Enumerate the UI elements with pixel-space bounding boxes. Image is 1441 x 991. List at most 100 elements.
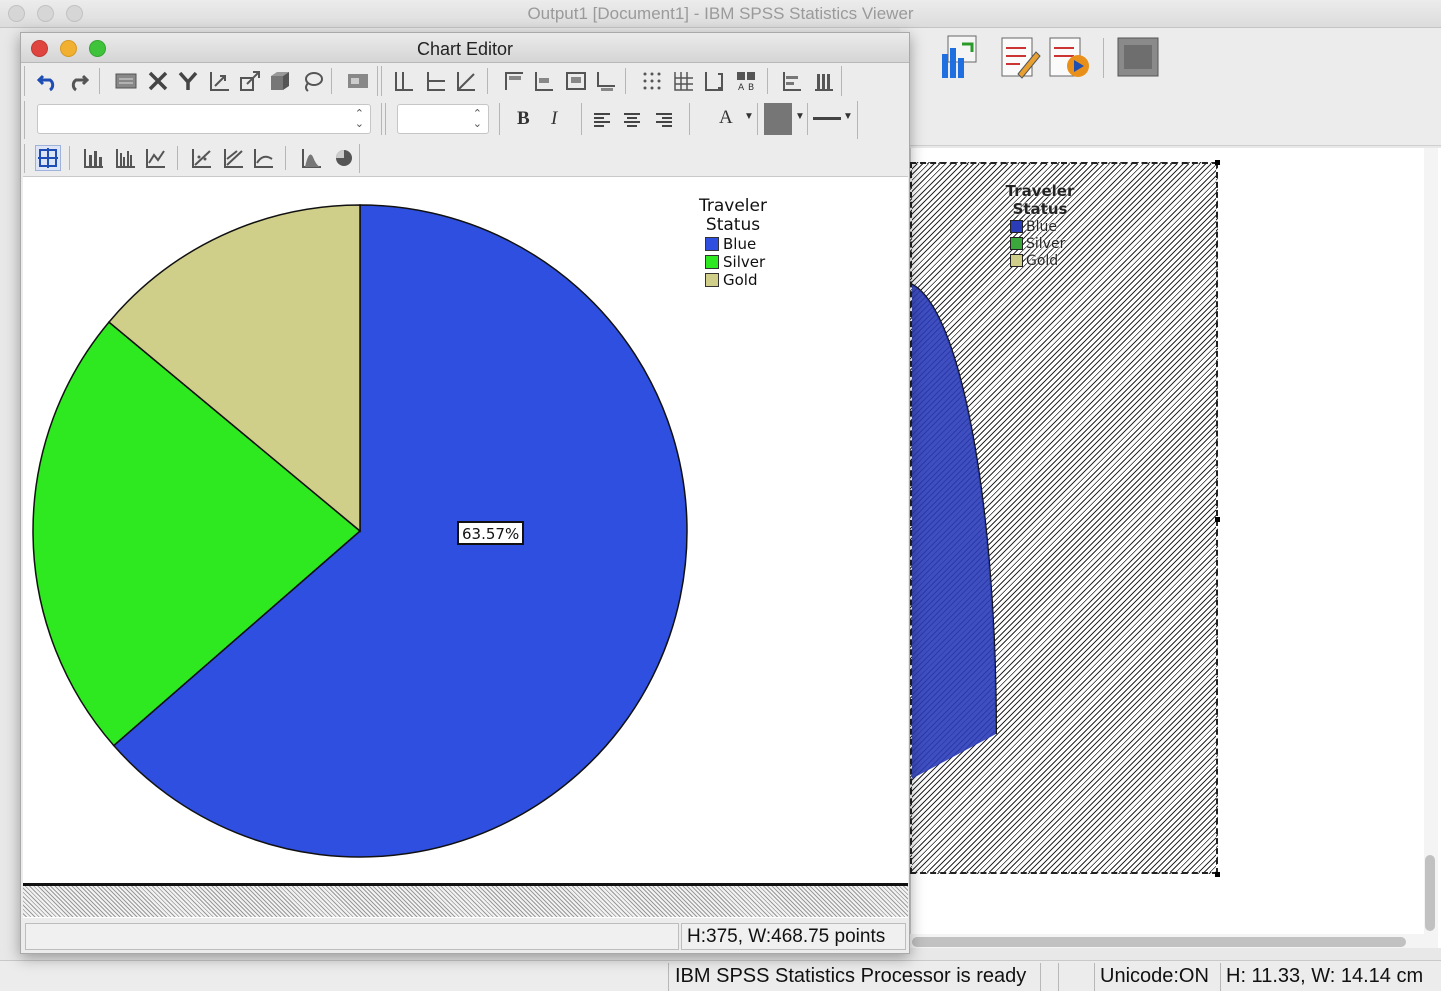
legend-item-silver[interactable]: Silver bbox=[705, 253, 773, 271]
output-chart-legend: Traveler Status Blue Silver Gold bbox=[1000, 182, 1080, 269]
viewer-toolbar bbox=[900, 28, 1441, 146]
clustered-bar-icon[interactable] bbox=[113, 145, 139, 171]
font-size-combobox[interactable]: ⌃ ⌄ bbox=[397, 104, 489, 134]
data-label-mode-icon[interactable] bbox=[345, 68, 371, 94]
legend-swatch bbox=[705, 255, 719, 269]
fit-line-icon[interactable] bbox=[453, 68, 479, 94]
legend-label: Gold bbox=[723, 271, 758, 289]
processor-status: IBM SPSS Statistics Processor is ready bbox=[675, 965, 1027, 987]
viewer-horizontal-scroll-thumb[interactable] bbox=[912, 937, 1406, 947]
scatter-icon[interactable] bbox=[189, 145, 215, 171]
chart-canvas-border bbox=[23, 883, 908, 917]
bar-chart-icon[interactable] bbox=[81, 145, 107, 171]
chevron-updown-icon: ⌃ ⌄ bbox=[472, 108, 482, 130]
fill-color-button[interactable] bbox=[764, 103, 792, 135]
legend-title-line: Status bbox=[705, 215, 761, 235]
distribution-icon[interactable] bbox=[779, 68, 805, 94]
grid-lines-icon[interactable] bbox=[639, 68, 665, 94]
chart-editor-element-toolbar bbox=[21, 142, 909, 175]
viewer-status-bar: IBM SPSS Statistics Processor is ready U… bbox=[0, 960, 1441, 991]
output-legend-item: Gold bbox=[1010, 252, 1080, 269]
bracket-icon[interactable] bbox=[701, 68, 727, 94]
chart-canvas[interactable]: Traveler Status Blue Silver Gold 63.57% bbox=[23, 176, 908, 918]
chart-editor-title: Chart Editor bbox=[416, 39, 514, 59]
font-name-combobox[interactable]: ⌃ ⌄ bbox=[37, 104, 371, 134]
undo-icon[interactable] bbox=[35, 68, 61, 94]
align-left-icon[interactable] bbox=[589, 107, 615, 133]
svg-text:B: B bbox=[748, 83, 754, 92]
italic-button[interactable]: I bbox=[551, 108, 557, 130]
fill-color-dropdown-icon[interactable]: ▼ bbox=[795, 111, 805, 122]
legend-swatch bbox=[705, 273, 719, 287]
line-style-button[interactable] bbox=[813, 117, 841, 120]
output-legend-title-2: Status bbox=[1012, 200, 1068, 218]
bold-button[interactable]: B bbox=[517, 108, 530, 130]
redo-icon[interactable] bbox=[65, 68, 91, 94]
svg-text:A: A bbox=[738, 83, 745, 92]
designate-window-icon[interactable] bbox=[1116, 36, 1162, 82]
viewer-window-title: Output1 [Document1] - IBM SPSS Statistic… bbox=[527, 4, 914, 23]
chart-editor-titlebar[interactable]: Chart Editor bbox=[21, 33, 909, 63]
lasso-icon[interactable] bbox=[299, 68, 325, 94]
output-legend-item: Blue bbox=[1010, 218, 1080, 235]
chart-editor-status-bar: H:375, W:468.75 points bbox=[23, 921, 908, 952]
histogram-icon[interactable] bbox=[299, 145, 325, 171]
line-chart-icon[interactable] bbox=[143, 145, 169, 171]
area-line-icon[interactable] bbox=[251, 145, 277, 171]
slice-data-label[interactable]: 63.57% bbox=[457, 521, 525, 545]
grid-major-icon[interactable] bbox=[671, 68, 697, 94]
viewer-titlebar: Output1 [Document1] - IBM SPSS Statistic… bbox=[0, 0, 1441, 28]
legend-swatch-gold bbox=[1010, 254, 1023, 267]
output-legend-item: Silver bbox=[1010, 235, 1080, 252]
chart-size-status: H:375, W:468.75 points bbox=[681, 923, 906, 950]
legend-title: Traveler Status bbox=[693, 197, 773, 235]
footnote-icon[interactable] bbox=[593, 68, 619, 94]
legend-label: Blue bbox=[723, 235, 757, 253]
text-color-button[interactable]: A bbox=[719, 107, 733, 129]
chart-editor-toolbar-main: AB bbox=[21, 64, 909, 98]
chevron-updown-icon: ⌃ ⌄ bbox=[354, 108, 364, 130]
legend-label: Silver bbox=[723, 253, 766, 271]
output-legend-label: Silver bbox=[1026, 235, 1066, 252]
chart-editor-format-toolbar: ⌃ ⌄ ⌃ ⌄ B I A ▼ ▼ ▼ bbox=[21, 99, 909, 141]
title-icon[interactable] bbox=[501, 68, 527, 94]
edit-document-icon[interactable] bbox=[996, 34, 1042, 80]
textbox-icon[interactable] bbox=[563, 68, 589, 94]
viewer-vertical-scroll-thumb[interactable] bbox=[1425, 855, 1435, 931]
legend-item-gold[interactable]: Gold bbox=[705, 271, 773, 289]
viewer-vertical-scrollbar[interactable] bbox=[1424, 148, 1438, 948]
annotation-icon[interactable] bbox=[531, 68, 557, 94]
select-chart-icon[interactable] bbox=[35, 145, 61, 171]
unicode-status: Unicode:ON bbox=[1100, 965, 1209, 987]
properties-icon[interactable] bbox=[113, 68, 139, 94]
viewer-size-status: H: 11.33, W: 14.14 cm bbox=[1226, 965, 1424, 987]
bar-icon[interactable] bbox=[811, 68, 837, 94]
legend-icon[interactable]: AB bbox=[733, 68, 759, 94]
run-script-icon[interactable] bbox=[1046, 34, 1092, 80]
y-axis-icon[interactable] bbox=[175, 68, 201, 94]
chart-editor-status-message bbox=[25, 923, 679, 950]
legend-swatch-silver bbox=[1010, 237, 1023, 250]
scatter-fit-icon[interactable] bbox=[221, 145, 247, 171]
pie-chart-icon[interactable] bbox=[331, 145, 357, 171]
output-legend-title-1: Traveler bbox=[1005, 182, 1075, 200]
rescale-icon[interactable] bbox=[207, 68, 233, 94]
output-legend-label: Gold bbox=[1026, 252, 1059, 269]
legend-swatch bbox=[705, 237, 719, 251]
legend-swatch-blue bbox=[1010, 220, 1023, 233]
3d-rotate-icon[interactable] bbox=[267, 68, 293, 94]
align-center-icon[interactable] bbox=[619, 107, 645, 133]
ref-line-y-icon[interactable] bbox=[391, 68, 417, 94]
x-axis-icon[interactable] bbox=[145, 68, 171, 94]
text-color-dropdown-icon[interactable]: ▼ bbox=[744, 111, 754, 122]
line-style-dropdown-icon[interactable]: ▼ bbox=[843, 111, 853, 122]
pivot-chart-icon[interactable] bbox=[938, 34, 984, 80]
transpose-icon[interactable] bbox=[237, 68, 263, 94]
ref-line-x-icon[interactable] bbox=[423, 68, 449, 94]
chart-editor-window: Chart Editor A B ⌃ ⌄ ⌃ ⌄ B I A ▼ ▼ ▼ Tra… bbox=[20, 32, 910, 954]
legend-title-line: Traveler bbox=[699, 196, 767, 216]
legend-item-blue[interactable]: Blue bbox=[705, 235, 773, 253]
align-right-icon[interactable] bbox=[651, 107, 677, 133]
chart-legend[interactable]: Traveler Status Blue Silver Gold bbox=[693, 197, 773, 290]
output-legend-label: Blue bbox=[1026, 218, 1057, 235]
